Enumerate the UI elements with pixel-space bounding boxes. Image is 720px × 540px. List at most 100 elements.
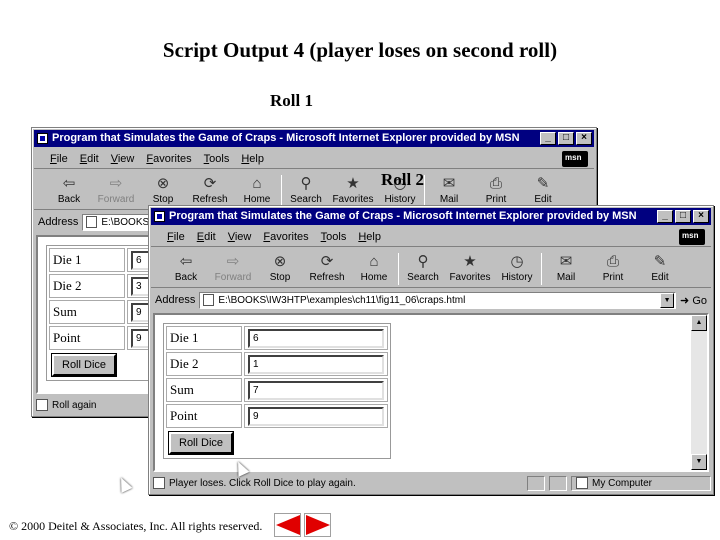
forward-arrow-icon: ⇨ <box>109 175 123 192</box>
die-1-field[interactable]: 6 <box>248 328 384 348</box>
menu-favorites[interactable]: Favorites <box>263 231 308 243</box>
table-row: Die 1 6 <box>166 326 388 350</box>
close-button[interactable]: × <box>693 210 709 223</box>
forward-button[interactable]: ⇨ Forward <box>210 250 256 288</box>
toolbar-separator <box>424 175 425 207</box>
go-button[interactable]: ➜ Go <box>680 294 707 307</box>
status-text: Player loses. Click Roll Dice to play ag… <box>169 477 356 489</box>
search-icon: ⚲ <box>417 253 429 270</box>
minimize-button[interactable]: _ <box>657 210 673 223</box>
menu-favorites[interactable]: Favorites <box>146 153 191 165</box>
edit-icon: ✎ <box>536 175 550 192</box>
mail-button[interactable]: ✉ Mail <box>543 250 589 288</box>
msn-logo-icon <box>679 229 705 245</box>
window-title: Program that Simulates the Game of Craps… <box>52 132 520 144</box>
search-button[interactable]: ⚲ Search <box>400 250 446 288</box>
menu-file[interactable]: File <box>167 231 185 243</box>
menu-help[interactable]: Help <box>358 231 381 243</box>
slide-title: Script Output 4 (player loses on second … <box>162 38 558 62</box>
menu-view[interactable]: View <box>111 153 135 165</box>
craps-table: Die 1 6 Die 2 1 Sum 7 Point 9 Roll Dice <box>163 323 391 459</box>
page-icon <box>86 216 98 228</box>
history-icon: ◷ <box>510 253 524 270</box>
window-title: Program that Simulates the Game of Craps… <box>169 210 637 222</box>
menu-tools[interactable]: Tools <box>321 231 347 243</box>
die-2-field[interactable]: 1 <box>248 354 384 374</box>
favorites-icon: ★ <box>346 175 360 192</box>
stop-icon: ⊗ <box>273 253 287 270</box>
menu-bar: File Edit View Favorites Tools Help <box>34 149 594 169</box>
address-label: Address <box>155 294 196 306</box>
maximize-button[interactable]: □ <box>675 210 691 223</box>
history-button[interactable]: ◷ History <box>494 250 540 288</box>
home-button[interactable]: ⌂ Home <box>351 250 397 288</box>
page-status-icon <box>153 477 165 489</box>
address-input[interactable]: E:\BOOKS\IW3HTP\examples\ch11\fig11_06\c… <box>199 291 677 309</box>
refresh-button[interactable]: ⟳ Refresh <box>304 250 350 288</box>
zone-indicator: My Computer <box>571 475 711 491</box>
address-dropdown-button[interactable]: ▼ <box>660 292 675 308</box>
edit-button[interactable]: ✎ Edit <box>637 250 683 288</box>
forward-button[interactable]: ⇨ Forward <box>93 172 139 210</box>
favorites-icon: ★ <box>463 253 477 270</box>
back-arrow-icon: ⇦ <box>179 253 193 270</box>
title-bar[interactable]: Program that Simulates the Game of Craps… <box>151 208 711 225</box>
stop-button[interactable]: ⊗ Stop <box>257 250 303 288</box>
table-row: Point 9 <box>166 404 388 428</box>
page-status-icon <box>36 399 48 411</box>
stop-icon: ⊗ <box>156 175 170 192</box>
toolbar-separator <box>541 253 542 285</box>
forward-arrow-icon: ⇨ <box>226 253 240 270</box>
back-button[interactable]: ⇦ Back <box>163 250 209 288</box>
toolbar-separator <box>398 253 399 285</box>
home-icon: ⌂ <box>252 175 262 192</box>
scroll-up-icon[interactable]: ▲ <box>691 315 707 331</box>
address-text: E:\BOOKS\IW3HTP\examples\ch11\fig11_06\c… <box>218 294 466 306</box>
roll-dice-button[interactable]: Roll Dice <box>167 431 235 455</box>
menu-tools[interactable]: Tools <box>204 153 230 165</box>
menu-edit[interactable]: Edit <box>80 153 99 165</box>
favorites-button[interactable]: ★ Favorites <box>447 250 493 288</box>
roll-2-caption: Roll 2 <box>381 170 424 189</box>
minimize-button[interactable]: _ <box>540 132 556 145</box>
menu-edit[interactable]: Edit <box>197 231 216 243</box>
table-row: Die 2 1 <box>166 352 388 376</box>
scroll-down-icon[interactable]: ▼ <box>691 454 707 470</box>
copyright-footer: © 2000 Deitel & Associates, Inc. All rig… <box>9 519 263 533</box>
previous-slide-icon[interactable] <box>276 515 300 535</box>
ie-icon <box>154 211 165 222</box>
vertical-scrollbar[interactable]: ▲ ▼ <box>691 315 707 470</box>
toolbar: ⇦ Back ⇨ Forward ⊗ Stop ⟳ Refresh ⌂ Home ⚲ Sea… <box>151 250 711 288</box>
print-icon: ⎙ <box>489 175 502 192</box>
address-bar: Address E:\BOOKS\IW3HTP\examples\ch11\fi… <box>151 290 711 310</box>
back-button[interactable]: ⇦ Back <box>46 172 92 210</box>
print-icon: ⎙ <box>606 253 619 270</box>
page-icon <box>203 294 215 306</box>
search-icon: ⚲ <box>300 175 312 192</box>
menu-view[interactable]: View <box>228 231 252 243</box>
refresh-icon: ⟳ <box>320 253 334 270</box>
die-2-label: Die 2 <box>166 352 242 376</box>
address-label: Address <box>38 216 79 228</box>
mouse-cursor-icon <box>115 475 133 493</box>
sum-field[interactable]: 7 <box>248 380 384 400</box>
point-label: Point <box>166 404 242 428</box>
die-2-label: Die 2 <box>49 274 125 298</box>
next-slide-icon[interactable] <box>306 515 330 535</box>
roll-dice-button[interactable]: Roll Dice <box>50 353 118 377</box>
status-bar: Player loses. Click Roll Dice to play ag… <box>151 474 711 492</box>
print-button[interactable]: ⎙ Print <box>590 250 636 288</box>
title-bar[interactable]: Program that Simulates the Game of Craps… <box>34 130 594 147</box>
close-button[interactable]: × <box>576 132 592 145</box>
toolbar-separator <box>281 175 282 207</box>
maximize-button[interactable]: □ <box>558 132 574 145</box>
point-field[interactable]: 9 <box>248 406 384 426</box>
computer-icon <box>576 477 588 489</box>
menu-file[interactable]: File <box>50 153 68 165</box>
ie-icon <box>37 133 48 144</box>
roll-1-caption: Roll 1 <box>270 91 313 110</box>
mail-icon: ✉ <box>442 175 456 192</box>
menu-help[interactable]: Help <box>241 153 264 165</box>
msn-logo-icon <box>562 151 588 167</box>
table-row: Sum 7 <box>166 378 388 402</box>
